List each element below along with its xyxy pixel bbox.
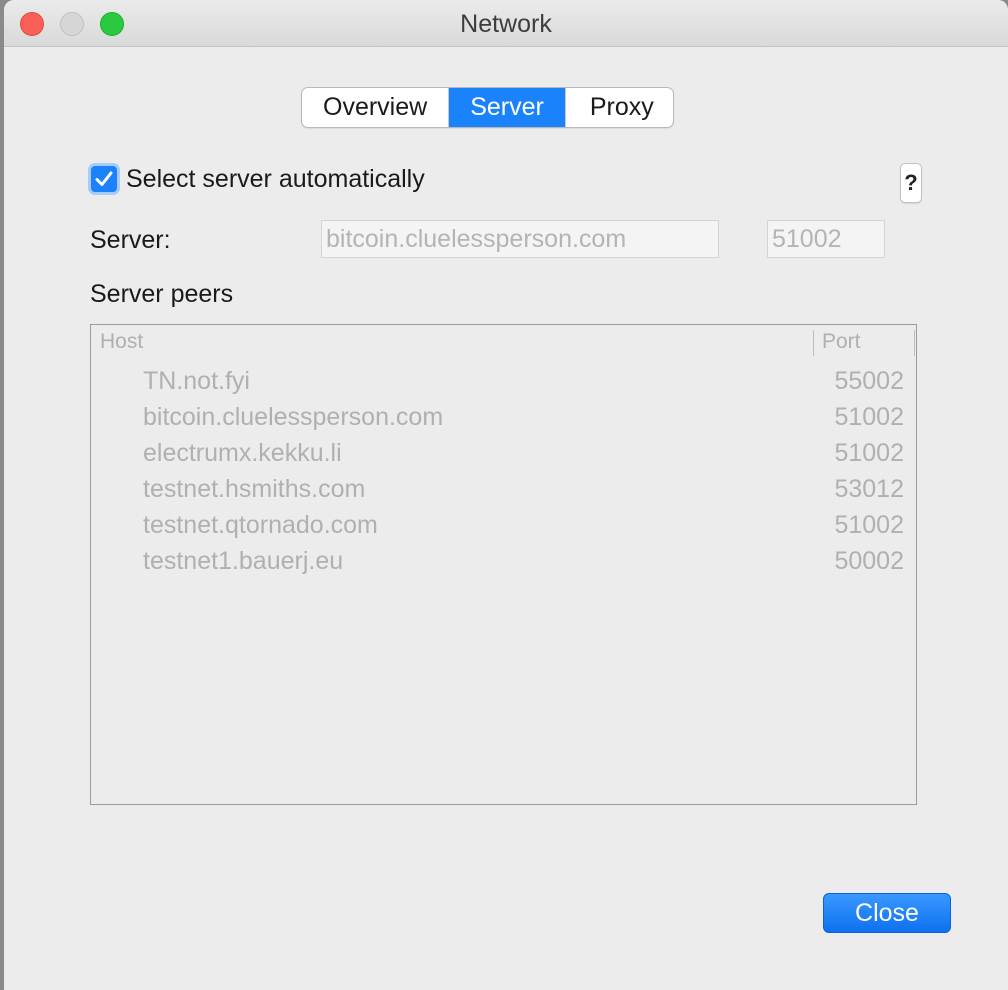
server-label: Server: (90, 226, 171, 254)
server-peers-table[interactable]: Host Port TN.not.fyi 55002 bitcoin.cluel… (90, 324, 917, 805)
server-peers-label: Server peers (90, 280, 234, 308)
column-divider[interactable] (914, 330, 915, 356)
column-divider[interactable] (813, 330, 814, 356)
column-header-host[interactable]: Host (100, 330, 143, 354)
table-row[interactable]: TN.not.fyi 55002 (91, 363, 916, 399)
peer-port: 53012 (834, 475, 904, 503)
peer-port: 51002 (834, 439, 904, 467)
peer-host: electrumx.kekku.li (143, 439, 342, 467)
peer-port: 55002 (834, 367, 904, 395)
peer-host: testnet1.bauerj.eu (143, 547, 344, 575)
peer-port: 50002 (834, 547, 904, 575)
table-row[interactable]: testnet.hsmiths.com 53012 (91, 471, 916, 507)
peer-port: 51002 (834, 511, 904, 539)
titlebar[interactable]: Network (4, 0, 1008, 47)
server-port-input[interactable] (767, 220, 885, 258)
checkmark-icon (95, 171, 113, 186)
tab-overview[interactable]: Overview (302, 88, 450, 127)
close-button[interactable]: Close (823, 893, 951, 933)
peer-host: bitcoin.cluelessperson.com (143, 403, 444, 431)
auto-select-row: Select server automatically (88, 163, 425, 195)
server-host-input[interactable] (321, 220, 719, 258)
column-header-port[interactable]: Port (822, 330, 861, 354)
peer-host: testnet.qtornado.com (143, 511, 378, 539)
peer-host: testnet.hsmiths.com (143, 475, 366, 503)
auto-select-checkbox[interactable] (88, 163, 120, 195)
auto-select-label[interactable]: Select server automatically (126, 165, 425, 194)
table-row[interactable]: testnet1.bauerj.eu 50002 (91, 543, 916, 579)
tab-bar: Overview Server Proxy (301, 87, 674, 128)
table-row[interactable]: electrumx.kekku.li 51002 (91, 435, 916, 471)
tab-server[interactable]: Server (449, 88, 566, 127)
tab-proxy[interactable]: Proxy (566, 88, 673, 127)
table-row[interactable]: testnet.qtornado.com 51002 (91, 507, 916, 543)
table-row[interactable]: bitcoin.cluelessperson.com 51002 (91, 399, 916, 435)
peer-port: 51002 (834, 403, 904, 431)
network-window: Network Overview Server Proxy Select ser… (4, 0, 1008, 990)
window-title: Network (460, 10, 552, 38)
peer-host: TN.not.fyi (143, 367, 250, 395)
help-button[interactable]: ? (900, 163, 922, 203)
